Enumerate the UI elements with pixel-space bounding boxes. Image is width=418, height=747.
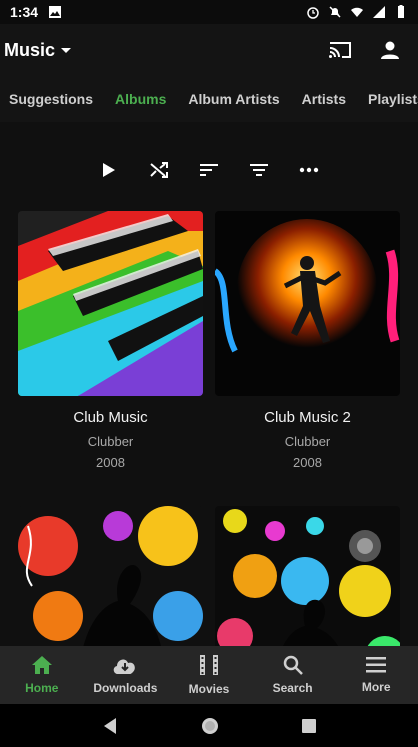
album-title: Club Music 2 [264, 409, 351, 426]
account-icon[interactable] [380, 40, 400, 60]
status-time: 1:34 [10, 4, 39, 20]
system-navigation-bar [0, 704, 418, 747]
nav-movies[interactable]: Movies [169, 654, 249, 696]
menu-icon [366, 657, 387, 673]
alarm-icon [307, 7, 319, 19]
nav-more[interactable]: More [336, 656, 416, 694]
film-icon [199, 655, 218, 675]
cast-icon[interactable] [328, 40, 352, 60]
library-dropdown-icon[interactable] [61, 47, 72, 53]
album-cover[interactable] [215, 211, 400, 396]
notifications-off-icon [329, 6, 341, 18]
tab-playlists[interactable]: Playlists [359, 91, 418, 107]
shuffle-icon [150, 162, 168, 178]
search-icon [283, 655, 303, 675]
album-year: 2008 [293, 455, 322, 470]
nav-downloads[interactable]: Downloads [85, 655, 165, 695]
sort-icon [200, 164, 218, 176]
bottom-navigation: Home Downloads Movies Search More [0, 646, 418, 704]
tab-album-artists[interactable]: Album Artists [179, 91, 292, 107]
library-title[interactable]: Music [4, 40, 55, 61]
album-title: Club Music [73, 409, 148, 426]
shuffle-button[interactable] [149, 160, 169, 180]
signal-icon [373, 6, 385, 18]
album-year: 2008 [96, 455, 125, 470]
more-options-button[interactable] [299, 160, 319, 180]
play-icon [103, 163, 115, 177]
image-notification-icon [49, 6, 62, 18]
album-artist: Clubber [284, 434, 331, 449]
cloud-download-icon [114, 659, 136, 674]
nav-home-label: Home [25, 681, 59, 695]
tab-suggestions[interactable]: Suggestions [0, 91, 106, 107]
tab-artists[interactable]: Artists [293, 91, 359, 107]
nav-downloads-label: Downloads [93, 681, 158, 695]
home-icon [31, 656, 52, 674]
nav-home[interactable]: Home [2, 655, 82, 695]
album-card[interactable]: Club Music 2 Clubber 2008 [215, 211, 400, 470]
app-bar: Music [0, 24, 418, 76]
home-circle-icon[interactable] [200, 716, 220, 736]
album-card[interactable]: Club Music Clubber 2008 [18, 211, 203, 470]
more-horizontal-icon [299, 167, 319, 173]
tab-albums[interactable]: Albums [106, 91, 179, 107]
battery-icon [398, 5, 404, 18]
sort-button[interactable] [199, 160, 219, 180]
library-tabs: Suggestions Albums Album Artists Artists… [0, 76, 418, 122]
nav-more-label: More [361, 680, 391, 694]
play-all-button[interactable] [99, 160, 119, 180]
nav-movies-label: Movies [188, 682, 230, 696]
filter-button[interactable] [249, 160, 269, 180]
status-bar: 1:34 [0, 0, 418, 24]
album-grid: Club Music Clubber 2008 Club Music 2 Clu… [18, 211, 400, 704]
nav-search-label: Search [272, 681, 313, 695]
back-icon[interactable] [101, 717, 119, 735]
album-artist: Clubber [87, 434, 134, 449]
recent-apps-icon[interactable] [301, 718, 317, 734]
album-cover[interactable] [18, 211, 203, 396]
wifi-icon [351, 7, 363, 17]
nav-search[interactable]: Search [253, 655, 333, 695]
album-toolbar [0, 150, 418, 190]
filter-icon [250, 164, 268, 176]
